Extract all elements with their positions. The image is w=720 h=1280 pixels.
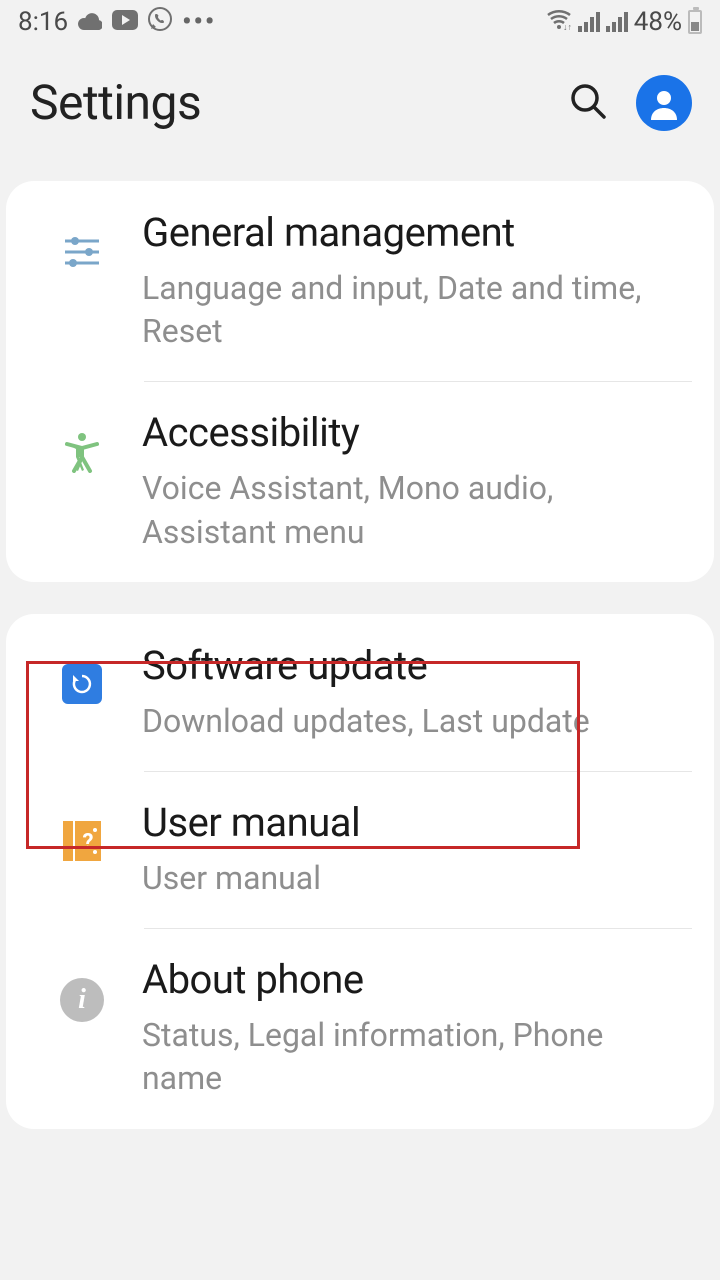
profile-avatar[interactable]	[636, 75, 692, 131]
accessibility-icon	[61, 431, 103, 477]
more-icon: •••	[182, 7, 216, 37]
row-user-manual[interactable]: ? User manual User manual	[6, 771, 714, 928]
cloud-icon	[78, 7, 102, 37]
row-title: User manual	[142, 799, 690, 847]
sliders-icon	[61, 231, 103, 277]
update-icon	[62, 664, 102, 704]
row-accessibility[interactable]: Accessibility Voice Assistant, Mono audi…	[6, 381, 714, 581]
row-about-phone[interactable]: i About phone Status, Legal information,…	[6, 928, 714, 1128]
svg-text:?: ?	[83, 830, 94, 855]
row-subtitle: Status, Legal information, Phone name	[142, 1014, 690, 1100]
row-title: Accessibility	[142, 409, 690, 457]
whatsapp-icon	[148, 7, 172, 38]
battery-icon	[688, 10, 702, 34]
youtube-icon	[112, 7, 138, 37]
battery-percent: 48%	[634, 7, 682, 37]
row-title: About phone	[142, 956, 690, 1004]
row-subtitle: Language and input, Date and time, Reset	[142, 267, 690, 353]
settings-group-2: Software update Download updates, Last u…	[6, 614, 714, 1129]
search-icon[interactable]	[568, 81, 608, 125]
settings-header: Settings	[0, 44, 720, 181]
row-subtitle: User manual	[142, 857, 690, 900]
status-time: 8:16	[18, 7, 68, 37]
row-subtitle: Download updates, Last update	[142, 700, 690, 743]
row-title: Software update	[142, 642, 690, 690]
svg-text:↓↑: ↓↑	[563, 23, 572, 30]
page-title: Settings	[30, 74, 568, 131]
row-title: General management	[142, 209, 690, 257]
wifi-icon: ↓↑	[546, 7, 572, 37]
signal-2-icon	[606, 12, 628, 32]
settings-group-1: General management Language and input, D…	[6, 181, 714, 582]
book-icon: ?	[63, 821, 101, 861]
row-general-management[interactable]: General management Language and input, D…	[6, 181, 714, 381]
status-bar: 8:16 ••• ↓↑ 48%	[0, 0, 720, 44]
row-subtitle: Voice Assistant, Mono audio, Assistant m…	[142, 467, 690, 553]
signal-1-icon	[578, 12, 600, 32]
row-software-update[interactable]: Software update Download updates, Last u…	[6, 614, 714, 771]
info-icon: i	[60, 978, 104, 1022]
